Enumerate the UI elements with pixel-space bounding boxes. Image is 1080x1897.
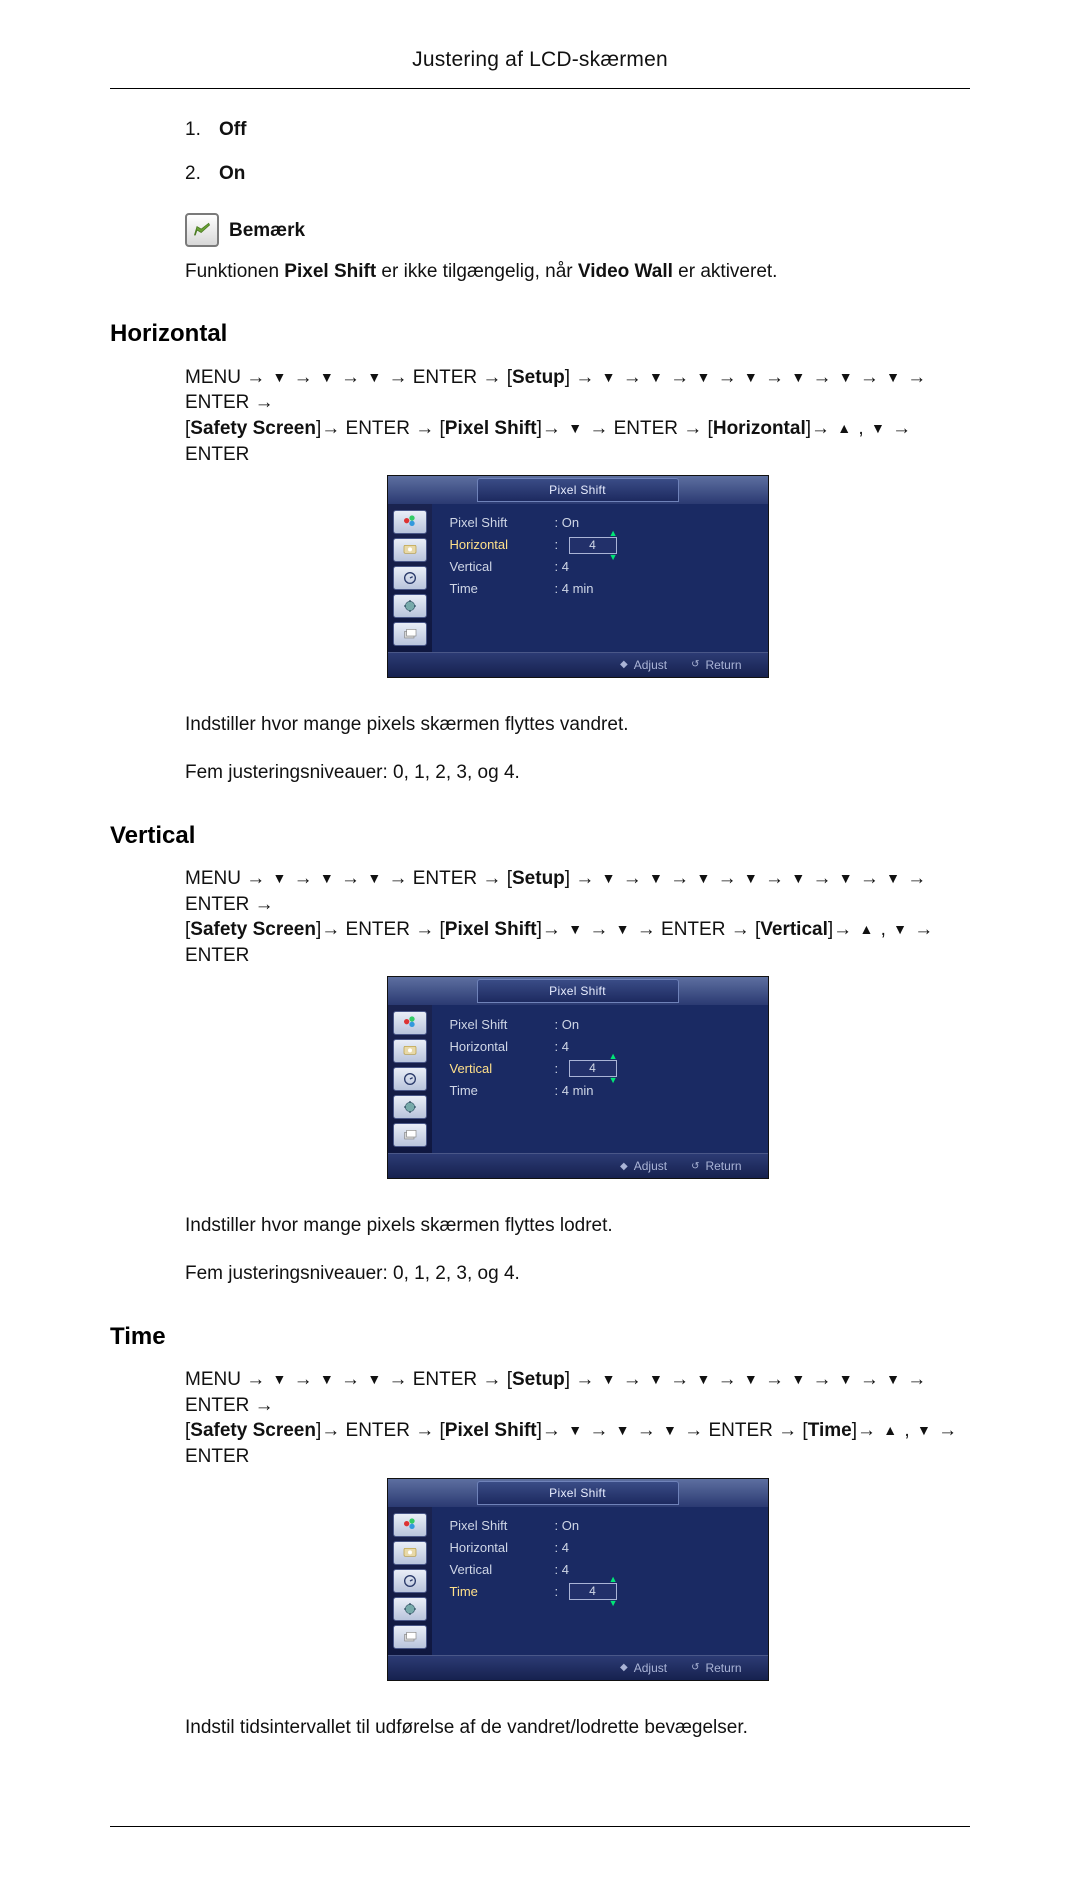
osd-title: Pixel Shift: [477, 979, 679, 1003]
osd-vertical: Pixel ShiftPixel Shift: OnHorizontal: 4V…: [387, 976, 769, 1179]
osd-footer: ◆Adjust ↺Return: [388, 1153, 768, 1178]
osd-side-icon: [393, 1011, 427, 1035]
osd-footer: ◆Adjust ↺Return: [388, 1655, 768, 1680]
section-heading-time: Time: [110, 1321, 970, 1353]
osd-row: Pixel Shift: On: [450, 512, 756, 534]
osd-title: Pixel Shift: [477, 1481, 679, 1505]
osd-side-icon: [393, 1569, 427, 1593]
nav-path-vertical: MENU → ▼ → ▼ → ▼ → ENTER → [Setup] → ▼ →…: [185, 866, 970, 969]
note-text: Funktionen Pixel Shift er ikke tilgængel…: [185, 259, 970, 285]
osd-settings: Pixel Shift: OnHorizontal: 4Vertical: 4T…: [432, 1507, 768, 1655]
osd-side-icon: [393, 1597, 427, 1621]
section-heading-horizontal: Horizontal: [110, 318, 970, 350]
osd-row-label: Vertical: [450, 1060, 555, 1078]
osd-row: Horizontal: 4: [450, 1035, 756, 1057]
desc-horizontal-1: Indstiller hvor mange pixels skærmen fly…: [185, 712, 970, 738]
page-header: Justering af LCD-skærmen: [0, 0, 1080, 88]
osd-row-label: Horizontal: [450, 1539, 555, 1557]
text: er ikke tilgængelig, når: [376, 261, 578, 282]
osd-return-hint: ↺Return: [691, 1660, 741, 1676]
osd-side-icon: [393, 594, 427, 618]
osd-settings: Pixel Shift: OnHorizontal: 4Vertical:4▲▼…: [432, 1005, 768, 1153]
osd-row: Vertical:4▲▼: [450, 1057, 756, 1079]
option-on: 2.On: [185, 161, 970, 187]
osd-row: Horizontal: 4: [450, 1537, 756, 1559]
osd-row: Pixel Shift: On: [450, 1515, 756, 1537]
osd-titlebar: Pixel Shift: [388, 476, 768, 504]
osd-side-icon: [393, 1067, 427, 1091]
text: Funktionen: [185, 261, 284, 282]
text-bold: Pixel Shift: [284, 261, 376, 282]
osd-title: Pixel Shift: [477, 478, 679, 502]
option-number: 2.: [185, 161, 219, 187]
osd-adjust-hint: ◆Adjust: [620, 657, 667, 673]
note-label: Bemærk: [229, 218, 305, 244]
osd-return-hint: ↺Return: [691, 657, 741, 673]
osd-row: Pixel Shift: On: [450, 1013, 756, 1035]
desc-vertical-1: Indstiller hvor mange pixels skærmen fly…: [185, 1213, 970, 1239]
osd-row-label: Time: [450, 1082, 555, 1100]
desc-horizontal-2: Fem justeringsniveauer: 0, 1, 2, 3, og 4…: [185, 760, 970, 786]
osd-horizontal: Pixel ShiftPixel Shift: OnHorizontal:4▲▼…: [387, 475, 769, 678]
osd-row-label: Time: [450, 580, 555, 598]
section-heading-vertical: Vertical: [110, 820, 970, 852]
osd-row-label: Horizontal: [450, 536, 555, 554]
osd-row-label: Horizontal: [450, 1038, 555, 1056]
nav-path-time: MENU → ▼ → ▼ → ▼ → ENTER → [Setup] → ▼ →…: [185, 1367, 970, 1470]
osd-side-icon: [393, 1625, 427, 1649]
osd-sidebar: [388, 1005, 432, 1153]
osd-side-icon: [393, 1039, 427, 1063]
osd-return-hint: ↺Return: [691, 1158, 741, 1174]
osd-titlebar: Pixel Shift: [388, 977, 768, 1005]
osd-row-label: Vertical: [450, 1561, 555, 1579]
osd-row-label: Vertical: [450, 558, 555, 576]
osd-row-label: Pixel Shift: [450, 514, 555, 532]
osd-titlebar: Pixel Shift: [388, 1479, 768, 1507]
osd-sidebar: [388, 1507, 432, 1655]
osd-footer: ◆Adjust ↺Return: [388, 652, 768, 677]
option-label: On: [219, 163, 245, 184]
text-bold: Video Wall: [578, 261, 673, 282]
osd-row-label: Pixel Shift: [450, 1517, 555, 1535]
osd-side-icon: [393, 1123, 427, 1147]
osd-row: Vertical: 4: [450, 556, 756, 578]
option-off: 1.Off: [185, 117, 970, 143]
osd-sidebar: [388, 504, 432, 652]
osd-settings: Pixel Shift: OnHorizontal:4▲▼Vertical: 4…: [432, 504, 768, 652]
osd-side-icon: [393, 622, 427, 646]
osd-side-icon: [393, 566, 427, 590]
osd-adjust-hint: ◆Adjust: [620, 1158, 667, 1174]
text: er aktiveret.: [673, 261, 778, 282]
osd-row-label: Time: [450, 1583, 555, 1601]
osd-row: Time: 4 min: [450, 578, 756, 600]
desc-time-1: Indstil tidsintervallet til udførelse af…: [185, 1715, 970, 1741]
option-label: Off: [219, 119, 246, 140]
osd-row: Time:4▲▼: [450, 1581, 756, 1603]
osd-side-icon: [393, 1541, 427, 1565]
osd-row-label: Pixel Shift: [450, 1016, 555, 1034]
osd-row: Time: 4 min: [450, 1079, 756, 1101]
osd-row: Horizontal:4▲▼: [450, 534, 756, 556]
osd-side-icon: [393, 1095, 427, 1119]
option-number: 1.: [185, 117, 219, 143]
osd-side-icon: [393, 510, 427, 534]
osd-side-icon: [393, 538, 427, 562]
osd-side-icon: [393, 1513, 427, 1537]
note-icon: [185, 213, 219, 247]
osd-row: Vertical: 4: [450, 1559, 756, 1581]
header-rule: [110, 88, 970, 89]
osd-adjust-hint: ◆Adjust: [620, 1660, 667, 1676]
desc-vertical-2: Fem justeringsniveauer: 0, 1, 2, 3, og 4…: [185, 1261, 970, 1287]
options-list: 1.Off 2.On: [185, 117, 970, 186]
nav-path-horizontal: MENU → ▼ → ▼ → ▼ → ENTER → [Setup] → ▼ →…: [185, 365, 970, 468]
osd-time: Pixel ShiftPixel Shift: OnHorizontal: 4V…: [387, 1478, 769, 1681]
